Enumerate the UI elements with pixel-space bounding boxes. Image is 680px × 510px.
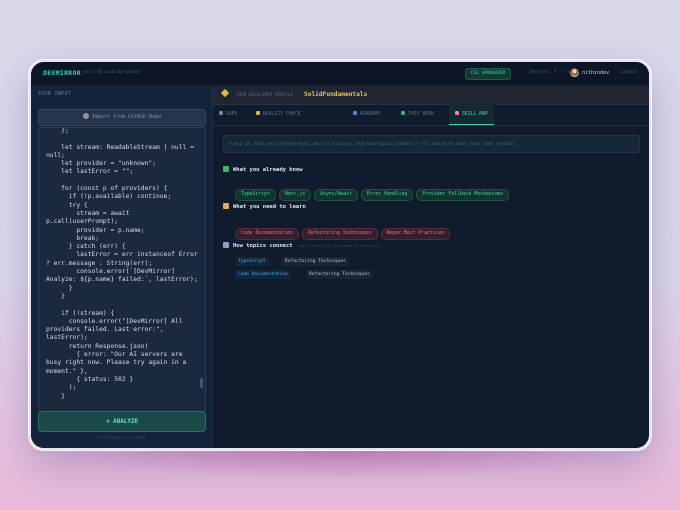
gap-chip[interactable]: Regex Best Practices — [380, 228, 451, 240]
tab-this-week[interactable]: THIS WEEK — [401, 104, 434, 125]
brand-logo: DEVMIRROR — [43, 69, 81, 77]
logout-link[interactable]: Logout — [620, 70, 637, 75]
tab-roadmap[interactable]: ROADMAP — [353, 104, 380, 125]
brand-tagline: your AI coding mentor — [83, 70, 142, 75]
skill-chip[interactable]: Async/Await — [314, 189, 358, 201]
bulb-icon — [256, 111, 260, 115]
results-panel: YOUR DEVELOPER PROFILE SolidFundamentals… — [213, 85, 649, 448]
skill-chip[interactable]: Provider Fallback Mechanisms — [416, 189, 510, 201]
tab-skill-map[interactable]: SKILL MAP — [449, 104, 494, 125]
know-section-title: What you already know — [223, 166, 303, 173]
learn-section-title: What you need to learn — [223, 203, 306, 210]
connect-title-text: How topics connect — [233, 243, 293, 249]
construction-icon — [223, 203, 229, 209]
check-icon — [401, 111, 405, 115]
import-github-button[interactable]: Import from GitHub Repo — [38, 109, 206, 126]
connection-to: Refactoring Techniques — [282, 257, 349, 266]
top-bar: DEVMIRROR your AI coding mentor CS1 SPON… — [31, 62, 649, 86]
connect-hint: learn the left item before the right — [297, 243, 380, 248]
analyze-button-label: ANALYZE — [112, 418, 139, 425]
profile-bar: YOUR DEVELOPER PROFILE SolidFundamentals — [213, 85, 649, 105]
submit-hint: Ctrl+Enter to submit — [97, 435, 146, 440]
tab-bar: GAPS REALITY CHECK ROADMAP THIS WEEK SKI… — [213, 104, 649, 126]
learn-chips: Code Documentation Refactoring Techniques… — [235, 219, 453, 240]
code-scrollbar[interactable] — [200, 378, 203, 388]
skill-map-intro: A map of what you already know, what's m… — [223, 135, 640, 153]
connection-from: Code Documentation — [235, 270, 291, 279]
connection-from: TypeScript — [235, 257, 269, 266]
skill-chip[interactable]: TypeScript — [235, 189, 276, 201]
skill-chip[interactable]: Next.js — [278, 189, 312, 201]
link-icon — [223, 242, 229, 248]
search-icon — [219, 111, 223, 115]
profile-label: YOUR DEVELOPER PROFILE — [236, 93, 293, 98]
input-panel-label: YOUR INPUT — [38, 91, 72, 97]
tab-gaps[interactable]: GAPS — [219, 104, 238, 125]
tab-roadmap-label: ROADMAP — [360, 112, 381, 117]
app-window: DEVMIRROR your AI coding mentor CS1 SPON… — [31, 62, 649, 448]
input-panel: YOUR INPUT Import from GitHub Repo }; le… — [31, 85, 213, 448]
know-chips: TypeScript Next.js Async/Await Error Handli… — [235, 180, 512, 201]
tab-reality-check-label: REALITY CHECK — [263, 112, 301, 117]
tab-gaps-label: GAPS — [226, 112, 238, 117]
brain-icon — [455, 111, 459, 115]
check-icon — [223, 166, 229, 172]
learn-title-text: What you need to learn — [233, 204, 306, 210]
skill-chip[interactable]: Error Handling — [360, 189, 414, 201]
map-icon — [353, 111, 357, 115]
profile-name: SolidFundamentals — [304, 91, 368, 98]
connect-section-title: How topics connect learn the left item be… — [223, 242, 380, 249]
gap-chip[interactable]: Code Documentation — [235, 228, 299, 240]
import-button-label: Import from GitHub Repo — [91, 114, 162, 120]
avatar[interactable] — [570, 68, 579, 77]
analyze-button[interactable]: ⚗ ANALYZE — [38, 411, 206, 432]
know-title-text: What you already know — [233, 167, 303, 173]
tag-icon — [220, 88, 230, 98]
code-input[interactable]: }; let stream: ReadableStream | null = n… — [38, 127, 206, 412]
gap-chip[interactable]: Refactoring Techniques — [301, 228, 378, 240]
github-icon — [82, 113, 89, 119]
tab-reality-check[interactable]: REALITY CHECK — [256, 104, 301, 125]
tab-this-week-label: THIS WEEK — [408, 112, 434, 117]
microscope-icon: ⚗ — [105, 418, 113, 425]
tab-skill-map-label: SKILL MAP — [462, 112, 488, 117]
connection-to: Refactoring Techniques — [306, 270, 373, 279]
sponsor-badge: CS1 SPONSORED — [465, 68, 512, 80]
username[interactable]: nithindev — [582, 70, 609, 76]
code-input-text[interactable]: }; let stream: ReadableStream | null = n… — [46, 128, 198, 401]
